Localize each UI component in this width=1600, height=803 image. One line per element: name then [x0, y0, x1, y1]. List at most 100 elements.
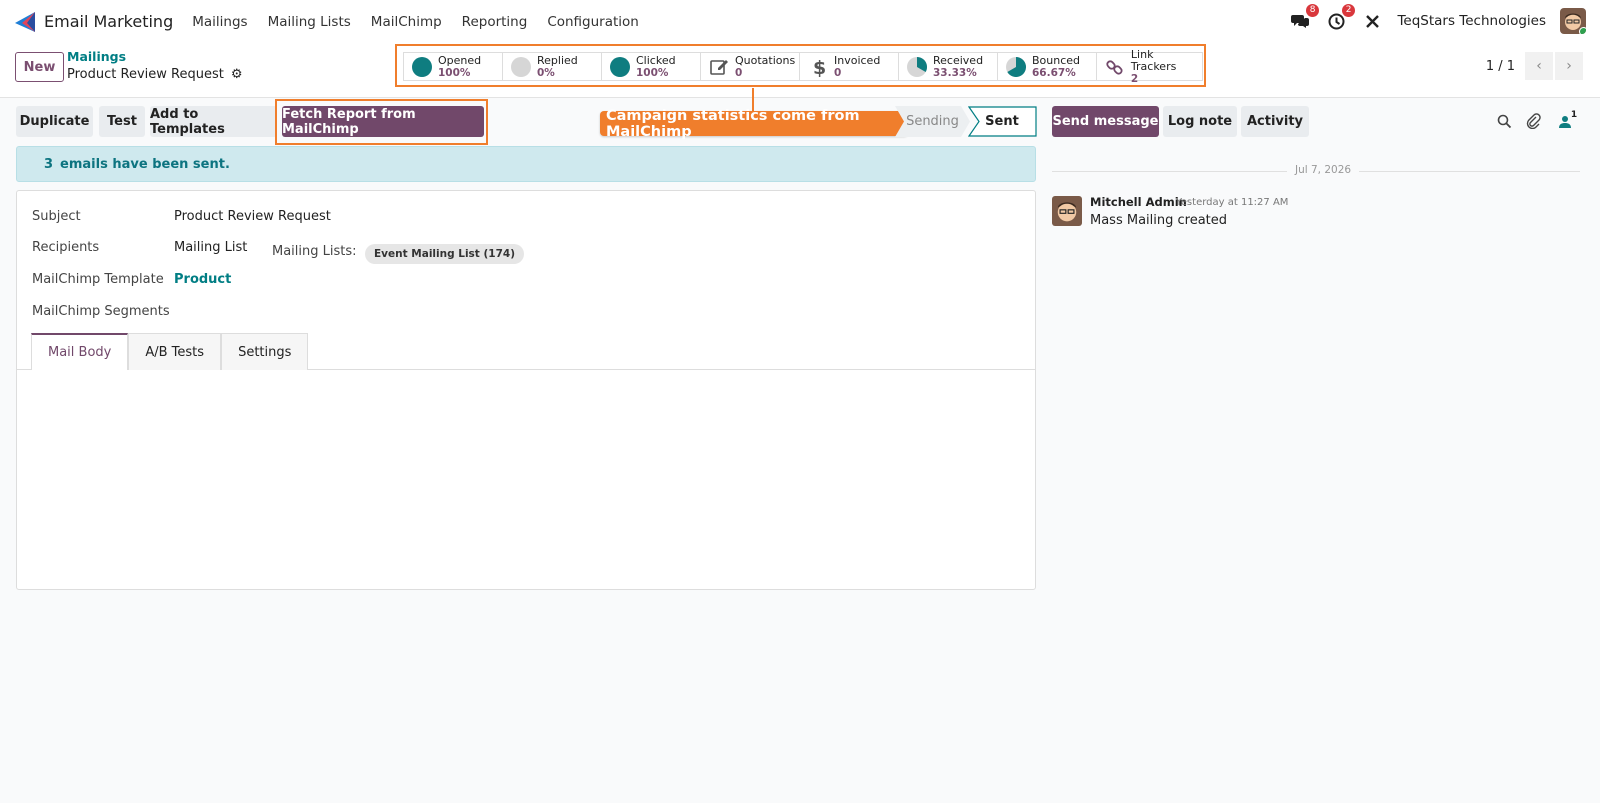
menu-mailchimp[interactable]: MailChimp [371, 14, 442, 30]
log-note-button[interactable]: Log note [1163, 106, 1237, 137]
message-author-avatar[interactable] [1052, 196, 1082, 226]
form-sheet: Subject Product Review Request Recipient… [16, 190, 1036, 590]
email-marketing-logo-icon [15, 11, 35, 32]
online-status-dot [1579, 27, 1586, 34]
stat-value: 100% [636, 66, 669, 79]
stat-opened[interactable]: Opened 100% [404, 53, 503, 80]
stat-label: Link Trackers [1130, 47, 1177, 73]
messages-count-badge: 8 [1305, 4, 1320, 17]
stat-label: Clicked [636, 53, 676, 67]
activities-button[interactable]: 2 [1325, 4, 1356, 32]
tab-ab-tests[interactable]: A/B Tests [128, 333, 222, 370]
clicked-gauge-icon [610, 56, 630, 77]
stat-value: 33.33% [933, 66, 977, 79]
recipients-label: Recipients [32, 240, 100, 255]
link-icon [1106, 59, 1123, 75]
messages-button[interactable]: 8 [1289, 4, 1320, 32]
debug-tools-button[interactable] [1361, 10, 1383, 32]
breadcrumb-mailings[interactable]: Mailings [67, 49, 126, 64]
stat-value: 0% [537, 66, 555, 79]
subject-field[interactable]: Product Review Request [174, 209, 331, 224]
company-switcher[interactable]: TeqStars Technologies [1397, 13, 1546, 29]
test-button[interactable]: Test [99, 106, 145, 137]
stat-received[interactable]: Received 33.33% [899, 53, 998, 80]
attachments-button[interactable] [1524, 112, 1542, 130]
control-panel: New Mailings Product Review Request ⚙ Op… [0, 43, 1600, 98]
segments-label: MailChimp Segments [32, 304, 170, 319]
add-to-templates-button[interactable]: Add to Templates [150, 106, 277, 137]
stat-replied[interactable]: Replied 0% [503, 53, 602, 80]
pencil-square-icon [710, 59, 728, 75]
stat-invoiced[interactable]: $ Invoiced 0 [800, 53, 899, 80]
menu-reporting[interactable]: Reporting [462, 14, 528, 30]
app-brand[interactable]: Email Marketing [14, 11, 173, 33]
stat-label: Invoiced [834, 53, 881, 67]
form-tabs: Mail Body A/B Tests Settings [31, 333, 309, 370]
template-label: MailChimp Template [32, 272, 164, 287]
stat-link-trackers[interactable]: Link Trackers 2 [1097, 48, 1202, 85]
recipients-field[interactable]: Mailing List [174, 240, 247, 255]
followers-button[interactable]: 1 [1556, 110, 1580, 130]
stat-label: Quotations [735, 53, 796, 67]
activity-button[interactable]: Activity [1241, 106, 1309, 137]
stat-value: 0 [834, 66, 842, 79]
dollar-icon: $ [813, 57, 826, 77]
new-button[interactable]: New [15, 52, 64, 82]
tools-icon [1366, 14, 1379, 28]
clock-icon [1328, 13, 1345, 29]
gear-icon[interactable]: ⚙ [231, 67, 243, 82]
app-name: Email Marketing [44, 12, 174, 31]
menu-mailing-lists[interactable]: Mailing Lists [268, 14, 351, 30]
navbar-systray: 8 2 TeqStars Technologies [1289, 4, 1586, 34]
message-author[interactable]: Mitchell Admin [1090, 195, 1187, 209]
message-body: Mass Mailing created [1090, 213, 1228, 228]
sent-text: emails have been sent. [60, 156, 230, 172]
search-messages-button[interactable] [1495, 112, 1513, 130]
stat-buttons: Opened 100% Replied 0% Clicked 100% Quotati… [403, 48, 1203, 85]
pager-next-button[interactable]: › [1555, 52, 1583, 80]
paperclip-icon [1526, 113, 1541, 129]
duplicate-button[interactable]: Duplicate [16, 106, 93, 137]
template-link[interactable]: Product [174, 272, 231, 287]
tab-mail-body[interactable]: Mail Body [31, 333, 129, 370]
record-title: Product Review Request ⚙ [67, 67, 242, 82]
followers-count: 1 [1570, 110, 1578, 120]
stat-bounced[interactable]: Bounced 66.67% [998, 53, 1097, 80]
pager-value[interactable]: 1 / 1 [1486, 59, 1515, 74]
activities-count-badge: 2 [1341, 4, 1356, 17]
search-icon [1497, 114, 1511, 128]
fetch-report-button[interactable]: Fetch Report from MailChimp [282, 106, 484, 137]
menu-mailings[interactable]: Mailings [192, 14, 247, 30]
stat-quotations[interactable]: Quotations 0 [701, 53, 800, 80]
pager-previous-button[interactable]: ‹ [1525, 52, 1553, 80]
user-icon [1558, 115, 1571, 128]
chevron-right-icon: › [1566, 58, 1572, 74]
stat-label: Bounced [1032, 53, 1081, 67]
stat-value: 2 [1130, 72, 1139, 85]
send-message-button[interactable]: Send message [1052, 106, 1159, 137]
status-sending[interactable]: Sending [895, 106, 970, 137]
stat-label: Received [933, 53, 984, 67]
status-sent[interactable]: Sent [968, 106, 1036, 137]
received-pie-icon [907, 56, 927, 77]
user-face-icon [1057, 202, 1077, 222]
message-time: Yesterday at 11:27 AM [1176, 197, 1289, 208]
bounced-pie-icon [1006, 56, 1026, 77]
stat-clicked[interactable]: Clicked 100% [602, 53, 701, 80]
chevron-left-icon: ‹ [1536, 58, 1542, 74]
svg-text:$: $ [813, 57, 826, 77]
sent-alert: 3 emails have been sent. [16, 146, 1036, 182]
stat-value: 100% [438, 66, 471, 79]
subject-label: Subject [32, 209, 81, 224]
stat-buttons-highlight: Opened 100% Replied 0% Clicked 100% Quotati… [395, 44, 1206, 87]
stat-label: Opened [438, 53, 482, 67]
top-navbar: Email Marketing Mailings Mailing Lists M… [0, 0, 1600, 43]
tab-settings[interactable]: Settings [221, 333, 309, 370]
sent-count: 3 [44, 156, 54, 172]
main-menu: Mailings Mailing Lists MailChimp Reporti… [192, 14, 659, 30]
menu-configuration[interactable]: Configuration [547, 14, 639, 30]
mailing-list-tag[interactable]: Event Mailing List (174) [365, 244, 524, 264]
opened-gauge-icon [412, 56, 432, 77]
user-avatar[interactable] [1560, 8, 1586, 34]
stat-label: Replied [537, 53, 578, 67]
